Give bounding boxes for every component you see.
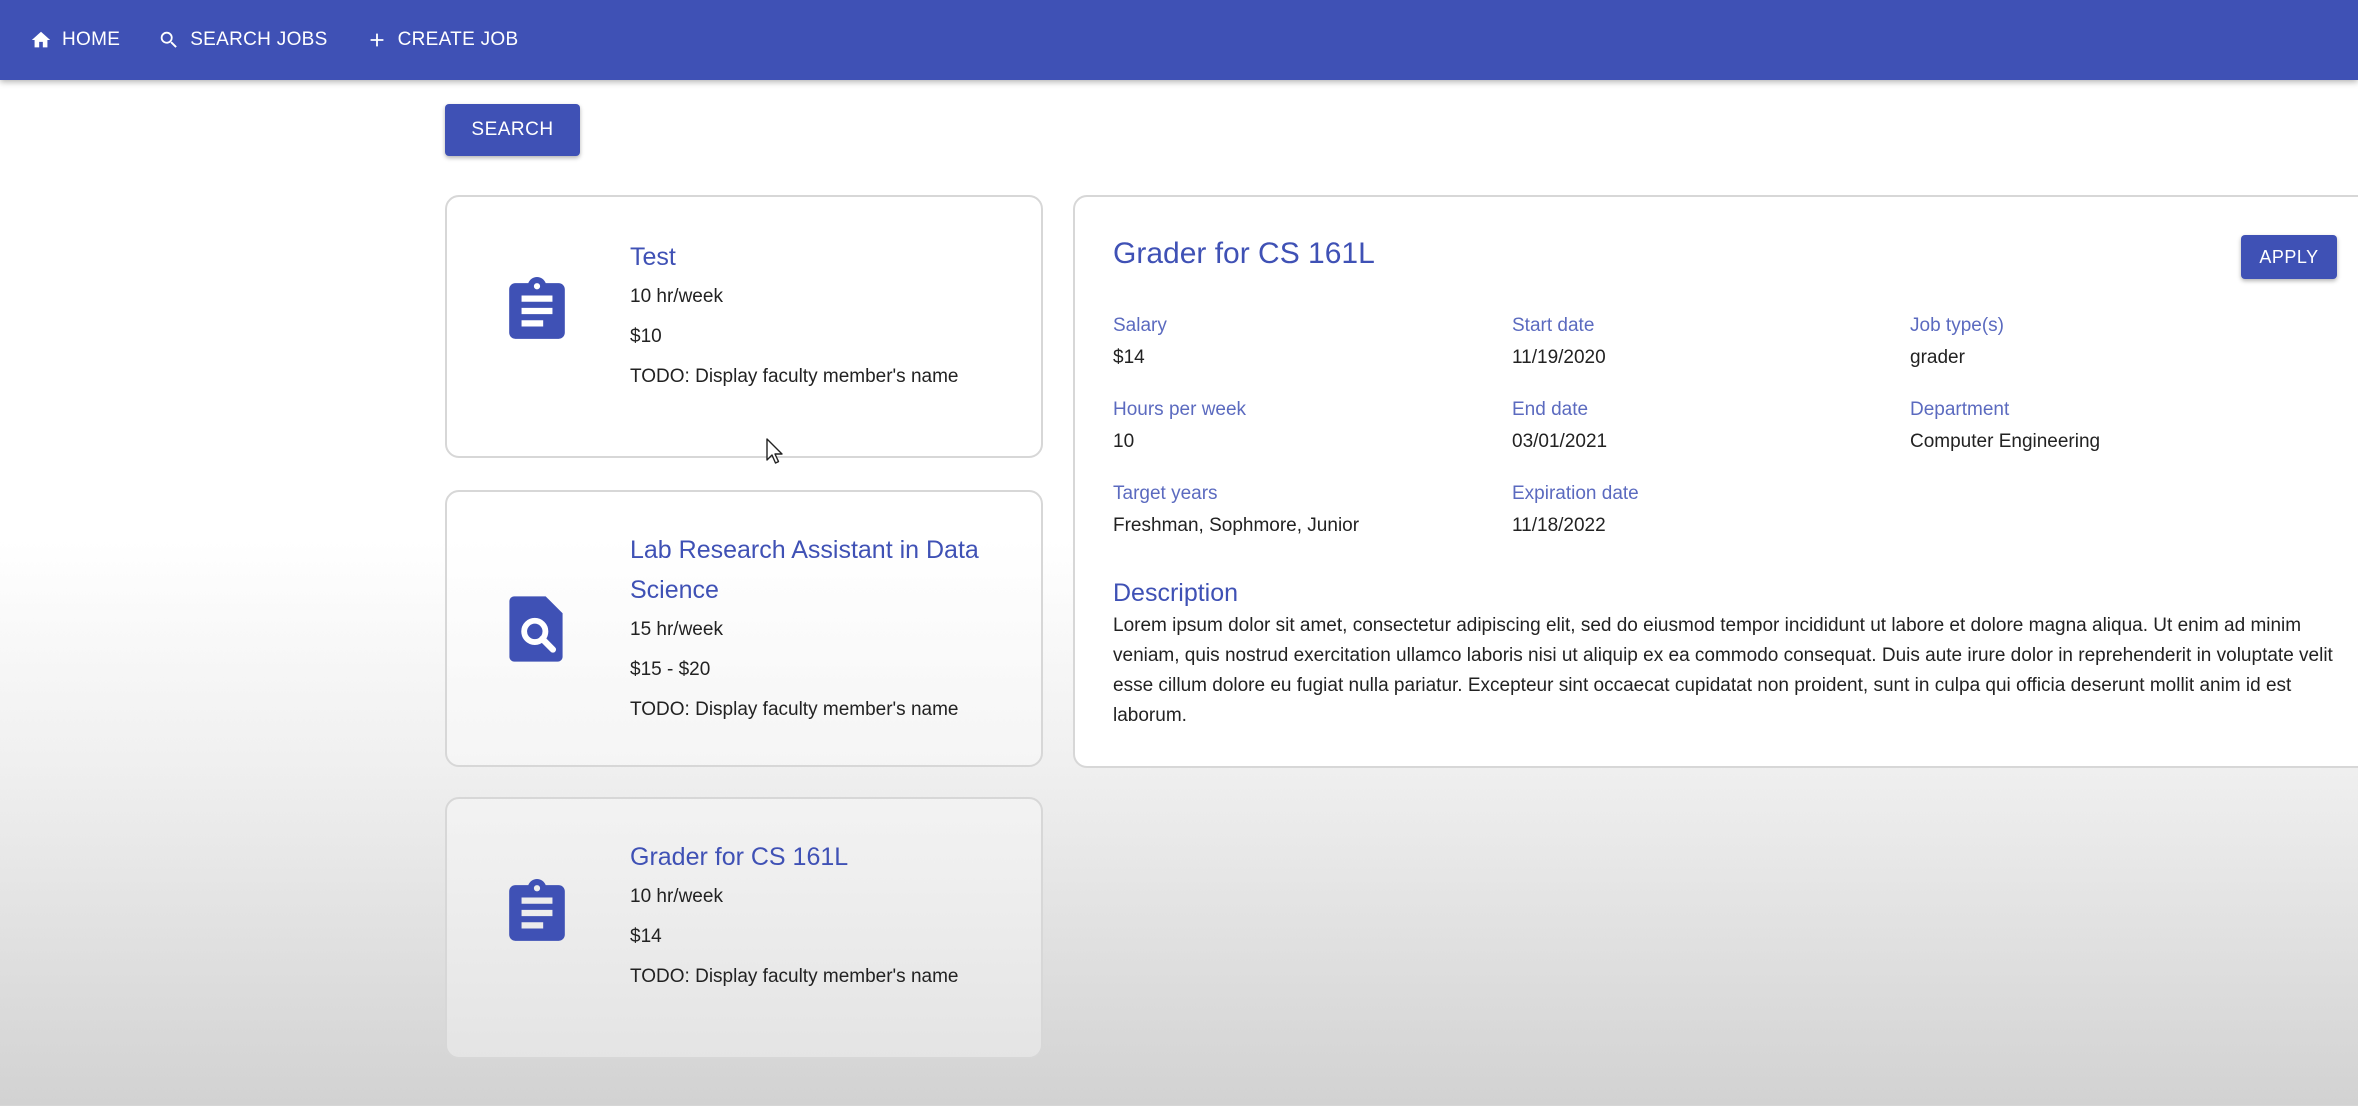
job-card[interactable]: Lab Research Assistant in Data Science 1… <box>445 490 1043 767</box>
search-button[interactable]: SEARCH <box>445 104 580 156</box>
nav-search-jobs[interactable]: SEARCH JOBS <box>158 29 327 51</box>
salary-label: Salary <box>1113 315 1167 336</box>
target-years-field: Target years Freshman, Sophmore, Junior <box>1113 483 1359 537</box>
target-years-value: Freshman, Sophmore, Junior <box>1113 515 1360 536</box>
nav-home[interactable]: HOME <box>30 29 120 51</box>
start-date-field: Start date 11/19/2020 <box>1512 315 1606 369</box>
job-hours: 15 hr/week <box>630 619 723 640</box>
apply-button[interactable]: APPLY <box>2241 235 2337 279</box>
department-label: Department <box>1910 399 2010 420</box>
search-icon <box>160 31 177 48</box>
expiration-value: 11/18/2022 <box>1512 515 1606 536</box>
job-types-value: grader <box>1910 347 1965 368</box>
hours-value: 10 <box>1113 431 1135 452</box>
department-field: Department Computer Engineering <box>1910 399 2100 453</box>
expiration-field: Expiration date 11/18/2022 <box>1512 483 1639 537</box>
job-card[interactable]: Test 10 hr/week $10 TODO: Display facult… <box>445 195 1043 458</box>
end-date-label: End date <box>1512 399 1589 420</box>
job-hours: 10 hr/week <box>630 886 723 907</box>
hours-field: Hours per week 10 <box>1113 399 1246 453</box>
hours-label: Hours per week <box>1113 399 1247 420</box>
description-text: Lorem ipsum dolor sit amet, consectetur … <box>1113 615 2333 726</box>
job-faculty: TODO: Display faculty member's name <box>630 966 959 987</box>
start-date-value: 11/19/2020 <box>1512 347 1606 368</box>
nav-create-job-label: CREATE JOB <box>397 29 519 50</box>
job-title: Grader for CS 161L <box>630 843 849 871</box>
job-pay: $14 <box>630 926 662 947</box>
end-date-field: End date 03/01/2021 <box>1512 399 1607 453</box>
job-pay: $10 <box>630 326 662 347</box>
detail-title: Grader for CS 161L <box>1113 237 1375 270</box>
job-title: Test <box>630 243 676 271</box>
salary-field: Salary $14 <box>1113 315 1167 369</box>
clipboard-icon <box>507 277 567 350</box>
job-hours: 10 hr/week <box>630 286 723 307</box>
job-faculty: TODO: Display faculty member's name <box>630 699 959 720</box>
nav-home-label: HOME <box>62 29 121 50</box>
expiration-label: Expiration date <box>1512 483 1639 504</box>
department-value: Computer Engineering <box>1910 431 2101 452</box>
job-faculty: TODO: Display faculty member's name <box>630 366 959 387</box>
job-types-label: Job type(s) <box>1910 315 2004 336</box>
mouse-cursor-icon <box>766 438 784 471</box>
salary-value: $14 <box>1113 347 1145 368</box>
target-years-label: Target years <box>1113 483 1218 504</box>
job-card[interactable]: Grader for CS 161L 10 hr/week $14 TODO: … <box>445 797 1043 1059</box>
nav-search-jobs-label: SEARCH JOBS <box>190 29 328 50</box>
home-icon <box>31 31 51 48</box>
job-pay: $15 - $20 <box>630 659 711 680</box>
description-heading: Description <box>1113 579 1239 607</box>
start-date-label: Start date <box>1512 315 1595 336</box>
nav-create-job[interactable]: CREATE JOB <box>366 29 519 51</box>
job-title: Lab Research Assistant in Data Science <box>630 536 979 604</box>
file-search-icon <box>507 596 565 667</box>
top-app-bar: HOME SEARCH JOBS CREATE JOB <box>0 0 2358 80</box>
clipboard-icon <box>507 879 567 952</box>
job-detail-panel: Grader for CS 161L APPLY Salary $14 Star… <box>1073 195 2358 768</box>
end-date-value: 03/01/2021 <box>1512 431 1608 452</box>
plus-icon <box>370 33 384 47</box>
job-types-field: Job type(s) grader <box>1910 315 2004 369</box>
